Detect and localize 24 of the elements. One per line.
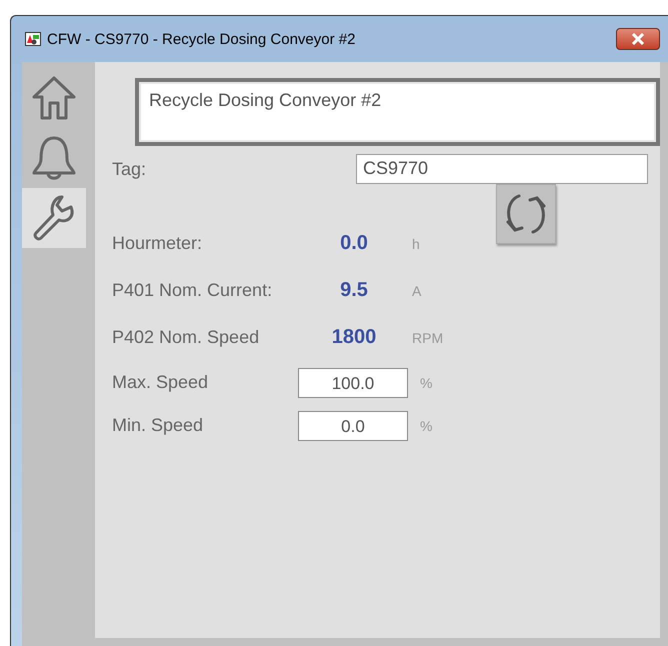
speed-input[interactable]: 100.0 — [298, 368, 408, 398]
close-button[interactable] — [616, 28, 660, 50]
setting-label: Max. Speed — [112, 372, 210, 393]
speed-input[interactable]: 0.0 — [298, 410, 408, 440]
tag-label: Tag: — [112, 158, 148, 180]
readout-label: P402 Nom. Speed — [112, 327, 260, 348]
app-icon — [25, 32, 41, 46]
readout-value: 9.5 — [339, 279, 369, 302]
readout-label: Hourmeter: — [112, 233, 204, 254]
setting-label: Min. Speed — [112, 415, 204, 436]
unit-label: RPM — [411, 330, 444, 346]
window-title: CFW - CS9770 - Recycle Dosing Conveyor #2 — [47, 30, 356, 48]
readout-value: 0.0 — [339, 232, 369, 255]
unit-label: % — [419, 374, 434, 390]
readout-value: 1800 — [330, 326, 378, 349]
nav-tab[interactable] — [22, 188, 86, 248]
refresh-button[interactable] — [496, 184, 556, 244]
unit-label: A — [411, 282, 422, 298]
readout-label: P401 Nom. Current: — [112, 280, 274, 301]
description-field[interactable]: Recycle Dosing Conveyor #2 — [135, 78, 660, 146]
close-icon — [631, 33, 645, 45]
unit-label: h — [411, 236, 421, 252]
unit-label: % — [419, 418, 434, 434]
tag-field[interactable]: CS9770 — [356, 154, 648, 184]
